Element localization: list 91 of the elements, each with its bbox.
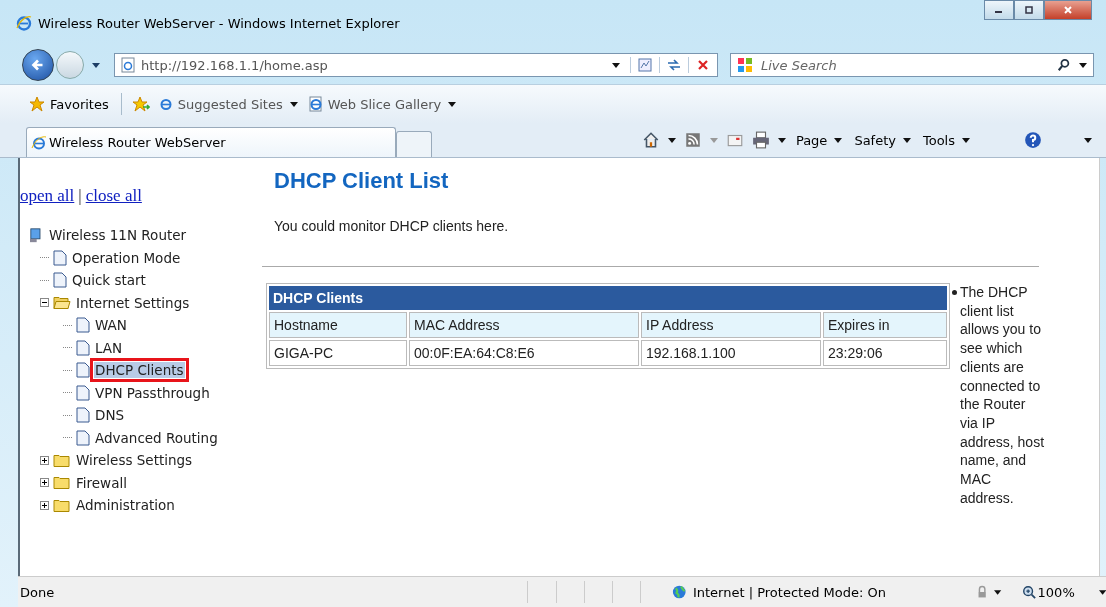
window-title: Wireless Router WebServer - Windows Internet Explorer [38, 15, 400, 31]
open-folder-icon [53, 295, 71, 311]
add-favorite-icon[interactable] [131, 96, 150, 112]
tree-root-label[interactable]: Wireless 11N Router [48, 227, 188, 244]
favorites-button[interactable]: Favorites [26, 94, 111, 114]
tree-item[interactable]: LAN [94, 339, 124, 356]
expander-icon[interactable] [40, 455, 49, 465]
expander-icon[interactable] [40, 298, 49, 308]
tree-folder-label[interactable]: Administration [75, 497, 176, 514]
open-all-link[interactable]: open all [20, 186, 75, 206]
search-icon[interactable] [1057, 58, 1071, 72]
caret-icon [289, 101, 298, 107]
table-cell: GIGA-PC [269, 340, 407, 366]
page-icon [76, 384, 90, 401]
browser-logo-icon [16, 15, 32, 31]
expander-icon[interactable] [40, 500, 49, 510]
browser-logo-icon [157, 96, 174, 112]
home-icon[interactable] [641, 131, 660, 149]
feed-icon[interactable] [683, 131, 702, 149]
dropdown-icon[interactable] [1084, 137, 1092, 143]
address-field[interactable]: http://192.168.1.1/home.asp [114, 53, 718, 77]
table-cell: 23:29:06 [823, 340, 947, 366]
page-icon [76, 339, 90, 356]
column-header: MAC Address [409, 312, 639, 338]
caret-icon [448, 101, 457, 107]
back-button[interactable] [22, 49, 54, 81]
page-description: You could monitor DHCP clients here. [274, 218, 510, 234]
page-icon [121, 57, 135, 73]
close-all-link[interactable]: close all [85, 186, 142, 206]
browser-logo-icon [31, 134, 47, 151]
zoom-button[interactable]: 100% [1015, 583, 1081, 601]
dropdown-icon[interactable] [1079, 62, 1087, 68]
dropdown-icon[interactable] [612, 62, 620, 68]
tree-folder-label[interactable]: Internet Settings [75, 294, 191, 311]
tree-folder-label[interactable]: Firewall [75, 474, 128, 491]
page-icon [76, 429, 90, 446]
tree-item[interactable]: VPN Passthrough [94, 384, 211, 401]
dropdown-icon[interactable] [994, 589, 1002, 595]
folder-icon [53, 475, 71, 491]
column-header: Hostname [269, 312, 407, 338]
search-provider-icon [737, 57, 753, 73]
command-menu[interactable]: Safety [852, 130, 913, 150]
folder-icon [53, 452, 71, 468]
address-text: http://192.168.1.1/home.asp [141, 57, 329, 73]
page-icon [307, 96, 324, 112]
tree-item[interactable]: Quick start [71, 272, 147, 289]
tree-item[interactable]: Operation Mode [71, 249, 182, 266]
globe-icon [672, 584, 687, 600]
page-heading: DHCP Client List [274, 168, 450, 194]
column-header: Expires in [823, 312, 947, 338]
dropdown-icon[interactable] [777, 137, 786, 143]
star-icon [28, 96, 46, 112]
table-caption: DHCP Clients [269, 286, 947, 310]
maximize-button[interactable] [1014, 0, 1044, 20]
command-menu[interactable]: Tools [920, 130, 972, 150]
tree-folder-label[interactable]: Wireless Settings [75, 452, 194, 469]
page-icon [76, 407, 90, 424]
folder-icon [53, 497, 71, 513]
zoom-icon [1021, 585, 1036, 599]
table-cell: 00:0F:EA:64:C8:E6 [409, 340, 639, 366]
tree-item[interactable]: Advanced Routing [94, 429, 219, 446]
close-icon [1062, 6, 1074, 14]
maximize-icon [1023, 6, 1035, 14]
search-field[interactable]: Live Search [730, 53, 1094, 77]
page-icon [76, 317, 90, 334]
page-icon [53, 272, 67, 289]
help-text: The DHCP client list allows you to see which clients are connected to the Router via IP address, host name, and MAC address. [960, 283, 1046, 508]
expander-icon[interactable] [40, 478, 49, 488]
status-text: Done [19, 584, 56, 600]
favorites-link[interactable]: Web Slice Gallery [305, 94, 459, 114]
dropdown-icon[interactable] [667, 137, 676, 143]
bullet-icon [952, 290, 957, 295]
page-icon [53, 249, 67, 266]
security-zone: Internet | Protected Mode: On [692, 584, 887, 600]
caret-icon [834, 137, 843, 143]
tree-item[interactable]: DNS [94, 407, 126, 424]
dropdown-icon[interactable] [92, 62, 100, 68]
minimize-button[interactable] [984, 0, 1014, 20]
link-separator: | [78, 186, 82, 206]
caret-icon [962, 137, 970, 143]
close-button[interactable] [1044, 0, 1092, 20]
tree-item[interactable]: WAN [94, 317, 128, 334]
table-cell: 192.168.1.100 [641, 340, 821, 366]
caret-icon [902, 137, 911, 143]
command-menu[interactable]: Page [793, 130, 845, 150]
favorites-link[interactable]: Suggested Sites [155, 94, 300, 114]
printer-icon[interactable] [751, 131, 770, 149]
browser-tab[interactable]: Wireless Router WebServer [26, 127, 396, 157]
page-icon [76, 362, 90, 379]
column-header: IP Address [641, 312, 821, 338]
dropdown-icon[interactable] [1098, 589, 1106, 595]
